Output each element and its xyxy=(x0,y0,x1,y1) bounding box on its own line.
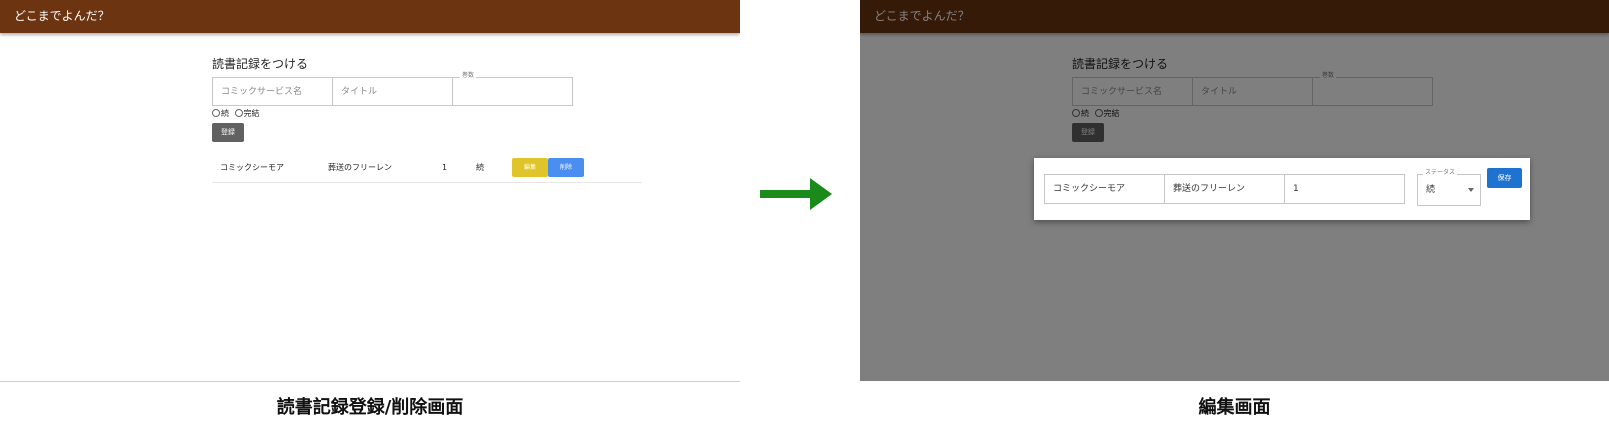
register-form: 読書記録をつける コミックサービス名 タイトル 巻数 続 完結 登録 コミックシ… xyxy=(212,55,642,183)
arrow-right-icon xyxy=(760,178,832,210)
record-volume: 1 xyxy=(442,162,448,172)
radio-continue[interactable]: 続 xyxy=(212,109,229,118)
edit-volume-field[interactable]: 1 xyxy=(1284,174,1405,204)
record-row: コミックシーモア 葬送のフリーレン 1 続 編集 削除 xyxy=(212,152,642,183)
caption-register-delete: 読書記録登録/削除画面 xyxy=(276,397,464,418)
record-status: 続 xyxy=(476,162,484,172)
delete-button[interactable]: 削除 xyxy=(548,157,584,177)
edit-button[interactable]: 編集 xyxy=(512,157,548,177)
record-service: コミックシーモア xyxy=(220,162,284,172)
section-title: 読書記録をつける xyxy=(212,57,309,71)
radio-complete[interactable]: 完結 xyxy=(234,109,260,118)
app-title: どこまでよんだ？ xyxy=(14,9,110,23)
status-radio-group: 続 完結 xyxy=(212,108,642,119)
edit-screen: どこまでよんだ？ 読書記録をつける コミックサービス名 タイトル 巻数 続 完結… xyxy=(860,0,1609,381)
title-input[interactable]: タイトル xyxy=(332,77,453,106)
status-select-value: 続 xyxy=(1426,185,1436,195)
register-button[interactable]: 登録 xyxy=(212,123,244,142)
edit-dialog: コミックシーモア 葬送のフリーレン 1 ステータス 続 保存 xyxy=(1034,158,1530,220)
radio-complete-label: 完結 xyxy=(243,109,260,118)
record-title: 葬送のフリーレン xyxy=(328,162,392,172)
status-select-label: ステータス xyxy=(1423,168,1458,178)
volume-input[interactable]: 巻数 xyxy=(452,71,573,106)
edit-title-field[interactable]: 葬送のフリーレン xyxy=(1164,174,1285,204)
chevron-down-icon xyxy=(1468,188,1474,192)
caption-edit: 編集画面 xyxy=(1198,397,1271,418)
form-fields: コミックサービス名 タイトル 巻数 xyxy=(212,71,642,106)
app-bar: どこまでよんだ？ xyxy=(0,0,740,33)
save-button[interactable]: 保存 xyxy=(1487,168,1522,188)
volume-label: 巻数 xyxy=(460,71,477,81)
edit-status-select[interactable]: ステータス 続 xyxy=(1417,168,1481,206)
radio-circle-icon xyxy=(234,109,243,117)
edit-service-field[interactable]: コミックシーモア xyxy=(1044,174,1165,204)
radio-circle-icon xyxy=(212,109,220,117)
radio-continue-label: 続 xyxy=(221,109,229,118)
comic-service-input[interactable]: コミックサービス名 xyxy=(212,77,333,106)
register-delete-screen: どこまでよんだ？ 読書記録をつける コミックサービス名 タイトル 巻数 続 完結… xyxy=(0,0,740,382)
